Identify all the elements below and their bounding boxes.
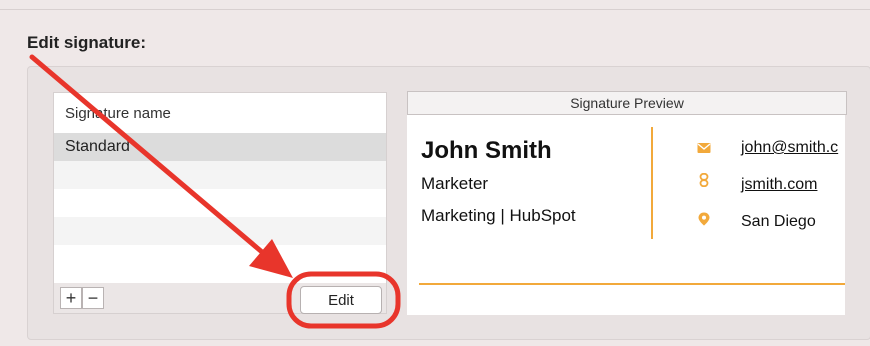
annotation-overlay [29,54,401,329]
annotation-arrow-line [29,54,265,255]
annotation-circle [286,271,401,329]
